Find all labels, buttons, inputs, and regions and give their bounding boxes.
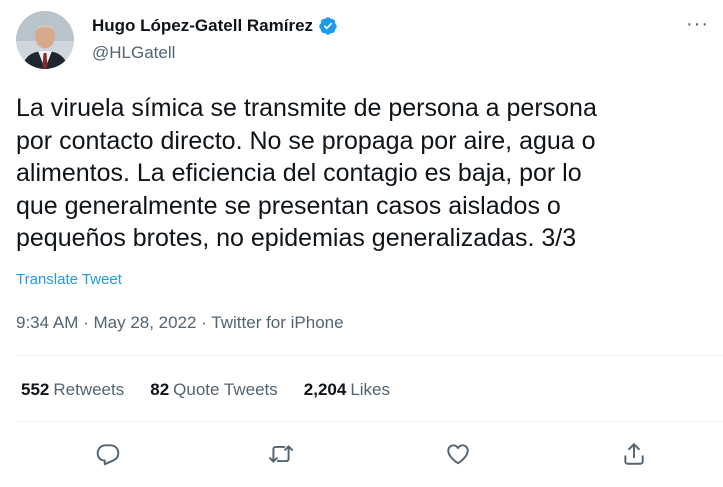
tweet-stats: 552 Retweets 82 Quote Tweets 2,204 Likes (21, 380, 390, 400)
avatar[interactable] (16, 11, 74, 69)
likes-count: 2,204 (303, 380, 347, 399)
verified-badge-icon (318, 16, 338, 36)
share-icon (624, 443, 644, 465)
heart-icon (447, 444, 469, 465)
author-display-name[interactable]: Hugo López-Gatell Ramírez (92, 16, 313, 36)
share-button[interactable] (614, 434, 654, 474)
quote-tweets-label: Quote Tweets (173, 380, 278, 399)
tweet-actions (16, 434, 723, 474)
quote-tweets-stat[interactable]: 82 Quote Tweets (150, 380, 278, 400)
divider (16, 355, 723, 356)
likes-stat[interactable]: 2,204 Likes (304, 380, 390, 400)
quote-tweets-count: 82 (150, 380, 170, 399)
reply-icon (96, 444, 120, 466)
likes-label: Likes (350, 380, 390, 399)
retweet-icon (268, 445, 294, 463)
retweets-stat[interactable]: 552 Retweets (21, 380, 124, 400)
retweet-button[interactable] (261, 434, 301, 474)
divider (16, 421, 723, 422)
author-handle[interactable]: @HLGatell (92, 43, 175, 63)
more-options-icon[interactable]: ··· (686, 14, 709, 34)
tweet-timestamp[interactable]: 9:34 AM · May 28, 2022 · Twitter for iPh… (16, 313, 344, 333)
retweets-count: 552 (21, 380, 50, 399)
retweets-label: Retweets (53, 380, 125, 399)
translate-tweet-link[interactable]: Translate Tweet (16, 271, 122, 288)
like-button[interactable] (438, 434, 478, 474)
reply-button[interactable] (88, 434, 128, 474)
tweet-text: La viruela símica se transmite de person… (16, 94, 597, 252)
